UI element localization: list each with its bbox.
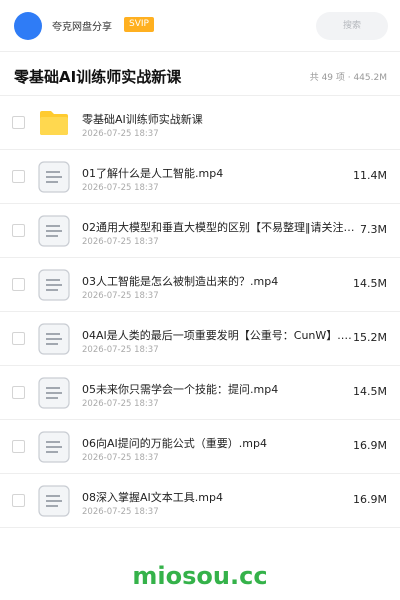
item-date: 2026-07-25 18:37 bbox=[82, 291, 159, 301]
document-file-icon bbox=[38, 161, 70, 193]
document-file-icon bbox=[38, 323, 70, 355]
avatar[interactable] bbox=[14, 12, 42, 40]
item-size: 7.3M bbox=[360, 223, 387, 236]
folder-icon bbox=[38, 107, 70, 139]
row-checkbox[interactable] bbox=[12, 386, 25, 399]
search-placeholder: 搜索 bbox=[342, 21, 361, 31]
file-row[interactable]: 08深入掌握AI文本工具.mp4 2026-07-25 18:37 16.9M bbox=[0, 474, 400, 528]
item-date: 2026-07-25 18:37 bbox=[82, 129, 159, 139]
uploader-name[interactable]: 夸克网盘分享 bbox=[52, 18, 112, 33]
row-checkbox[interactable] bbox=[12, 278, 25, 291]
row-checkbox[interactable] bbox=[12, 170, 25, 183]
item-name[interactable]: 零基础AI训练师实战新课 bbox=[82, 111, 352, 127]
item-name[interactable]: 04AI是人类的最后一项重要发明【公重号：CunW】.mp4 bbox=[82, 327, 360, 343]
row-checkbox[interactable] bbox=[12, 332, 25, 345]
file-row[interactable]: 05未来你只需学会一个技能：提问.mp4 2026-07-25 18:37 14.5… bbox=[0, 366, 400, 420]
item-name[interactable]: 03人工智能是怎么被制造出来的？.mp4 bbox=[82, 273, 360, 289]
item-size: 11.4M bbox=[353, 169, 387, 182]
file-row[interactable]: 04AI是人类的最后一项重要发明【公重号：CunW】.mp4 2026-07-25… bbox=[0, 312, 400, 366]
document-file-icon bbox=[38, 431, 70, 463]
item-size: 14.5M bbox=[353, 277, 387, 290]
page-title: 零基础AI训练师实战新课 bbox=[14, 68, 182, 86]
item-date: 2026-07-25 18:37 bbox=[82, 183, 159, 193]
item-count-size: 共 49 项 · 445.2M bbox=[309, 73, 387, 83]
item-date: 2026-07-25 18:37 bbox=[82, 237, 159, 247]
folder-row[interactable]: 零基础AI训练师实战新课 2026-07-25 18:37 bbox=[0, 96, 400, 150]
item-date: 2026-07-25 18:37 bbox=[82, 345, 159, 355]
item-name[interactable]: 08深入掌握AI文本工具.mp4 bbox=[82, 489, 360, 505]
row-checkbox[interactable] bbox=[12, 494, 25, 507]
item-name[interactable]: 06向AI提问的万能公式（重要）.mp4 bbox=[82, 435, 360, 451]
top-bar: 夸克网盘分享 SVIP 搜索 bbox=[0, 0, 400, 52]
row-checkbox[interactable] bbox=[12, 440, 25, 453]
item-size: 16.9M bbox=[353, 493, 387, 506]
search-input[interactable]: 搜索 bbox=[316, 12, 388, 40]
folder-header: 零基础AI训练师实战新课 共 49 项 · 445.2M bbox=[0, 52, 400, 96]
file-list: 零基础AI训练师实战新课 2026-07-25 18:37 01了解什么是人工智能.… bbox=[0, 96, 400, 528]
document-file-icon bbox=[38, 377, 70, 409]
file-row[interactable]: 06向AI提问的万能公式（重要）.mp4 2026-07-25 18:37 16.9… bbox=[0, 420, 400, 474]
document-file-icon bbox=[38, 215, 70, 247]
svip-badge: SVIP bbox=[124, 17, 154, 32]
row-checkbox[interactable] bbox=[12, 224, 25, 237]
row-checkbox[interactable] bbox=[12, 116, 25, 129]
item-name[interactable]: 05未来你只需学会一个技能：提问.mp4 bbox=[82, 381, 360, 397]
file-row[interactable]: 02通用大模型和垂直大模型的区别【不易整理‖请关注公众号】.mp4 2026-07… bbox=[0, 204, 400, 258]
item-size: 14.5M bbox=[353, 385, 387, 398]
document-file-icon bbox=[38, 485, 70, 517]
item-date: 2026-07-25 18:37 bbox=[82, 507, 159, 517]
item-date: 2026-07-25 18:37 bbox=[82, 453, 159, 463]
item-name[interactable]: 01了解什么是人工智能.mp4 bbox=[82, 165, 360, 181]
item-date: 2026-07-25 18:37 bbox=[82, 399, 159, 409]
watermark: miosou.cc bbox=[132, 562, 268, 590]
file-row[interactable]: 01了解什么是人工智能.mp4 2026-07-25 18:37 11.4M bbox=[0, 150, 400, 204]
item-size: 16.9M bbox=[353, 439, 387, 452]
document-file-icon bbox=[38, 269, 70, 301]
file-row[interactable]: 03人工智能是怎么被制造出来的？.mp4 2026-07-25 18:37 14.5… bbox=[0, 258, 400, 312]
item-size: 15.2M bbox=[353, 331, 387, 344]
item-name[interactable]: 02通用大模型和垂直大模型的区别【不易整理‖请关注公众号】.mp4 bbox=[82, 219, 360, 235]
